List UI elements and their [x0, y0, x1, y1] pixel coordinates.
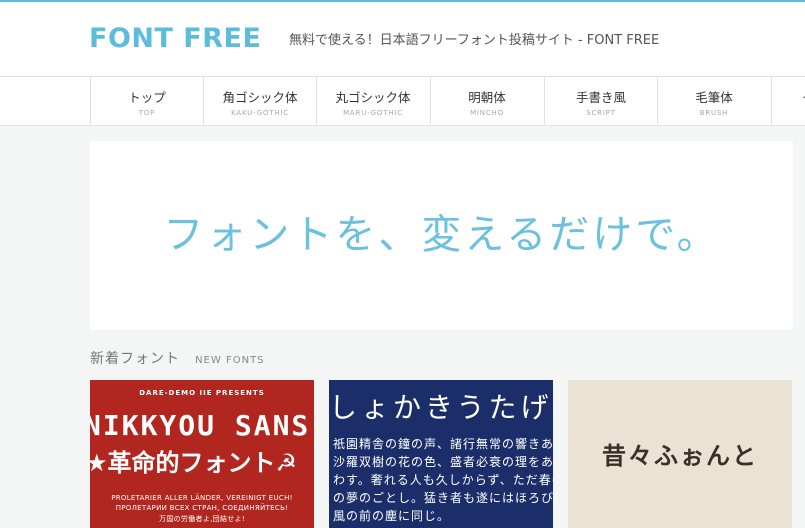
nav-item-top[interactable]: トップ TOP: [90, 77, 203, 125]
font-card-mukashi-font[interactable]: 昔々ふぉんと: [568, 380, 792, 528]
card-presents-text: DARE-DEMO IIE PRESENTS: [139, 389, 265, 397]
nav-item-label: 毛筆体: [695, 90, 733, 105]
card-font-subtitle: ★革命的フォント☭: [90, 449, 298, 477]
nav-item-sublabel: BRUSH: [699, 109, 729, 117]
card-sample-line: 風の前の塵に同じ。: [333, 509, 451, 523]
card-sample-line: の夢のごとし。猛き者も遂にはほろびぬ、偏に: [333, 491, 553, 505]
card-sample-line: 祇園精舎の鐘の声、諸行無常の響きあり: [333, 437, 553, 451]
card-slogan-ru: ПРОЛЕТАРИИ ВСЕХ СТРАН, СОЕДИНЯЙТЕСЬ!: [115, 504, 289, 512]
nav-item-sublabel: MINCHO: [470, 109, 504, 117]
card-sample-line: 沙羅双樹の花の色、盛者必衰の理をあら: [333, 455, 553, 469]
nav-item-label: 角ゴシック体: [222, 90, 298, 105]
nav-item-label: 手書き風: [575, 90, 626, 105]
nav-item-mincho[interactable]: 明朝体 MINCHO: [430, 77, 543, 125]
nav-item-other[interactable]: その他: [771, 77, 805, 125]
nav-item-sublabel: KAKU-GOTHIC: [231, 109, 289, 117]
card-slogan-de: PROLETARIER ALLER LÄNDER, VEREINIGT EUCH…: [111, 494, 293, 502]
nav-item-label: 明朝体: [468, 90, 506, 105]
nav-item-brush[interactable]: 毛筆体 BRUSH: [657, 77, 770, 125]
card-font-name: NIKKYOU SANS: [90, 409, 311, 442]
site-tagline: 無料で使える！日本語フリーフォント投稿サイト - FONT FREE: [289, 33, 660, 48]
nav-item-script[interactable]: 手書き風 SCRIPT: [544, 77, 657, 125]
nav-item-sublabel: TOP: [138, 109, 156, 117]
font-card-shokaki-utage[interactable]: しょかきうたげ 祇園精舎の鐘の声、諸行無常の響きあり 沙羅双樹の花の色、盛者必衰…: [329, 380, 553, 528]
nav-item-sublabel: MARU-GOTHIC: [343, 109, 403, 117]
nav-item-kaku-gothic[interactable]: 角ゴシック体 KAKU-GOTHIC: [203, 77, 316, 125]
nav-item-sublabel: SCRIPT: [586, 109, 616, 117]
card-font-name: しょかきうたげ: [329, 391, 553, 424]
font-card-nikkyou-sans[interactable]: DARE-DEMO IIE PRESENTS NIKKYOU SANS ★革命的…: [90, 380, 314, 528]
card-sample-line: わす。奢れる人も久しからず、ただ春の夜: [333, 473, 553, 487]
site-header: FONT FREE 無料で使える！日本語フリーフォント投稿サイト - FONT …: [0, 2, 805, 77]
nav-item-label: 丸ゴシック体: [335, 90, 411, 105]
hero-text: フォントを、変えるだけで。: [163, 212, 720, 258]
nav-item-maru-gothic[interactable]: 丸ゴシック体 MARU-GOTHIC: [316, 77, 429, 125]
site-logo[interactable]: FONT FREE: [89, 21, 261, 57]
card-font-name: 昔々ふぉんと: [602, 442, 758, 470]
main-nav: トップ TOP 角ゴシック体 KAKU-GOTHIC 丸ゴシック体 MARU-G…: [0, 77, 805, 126]
new-fonts-heading: 新着フォント NEW FONTS: [90, 348, 265, 368]
hero-banner[interactable]: フォントを、変えるだけで。: [90, 141, 793, 330]
nav-item-label: トップ: [128, 90, 166, 105]
card-slogan-jp: 万国の労働者よ,団結せよ!: [159, 515, 245, 523]
new-fonts-title: 新着フォント: [90, 351, 180, 367]
new-fonts-subtitle: NEW FONTS: [195, 355, 265, 366]
